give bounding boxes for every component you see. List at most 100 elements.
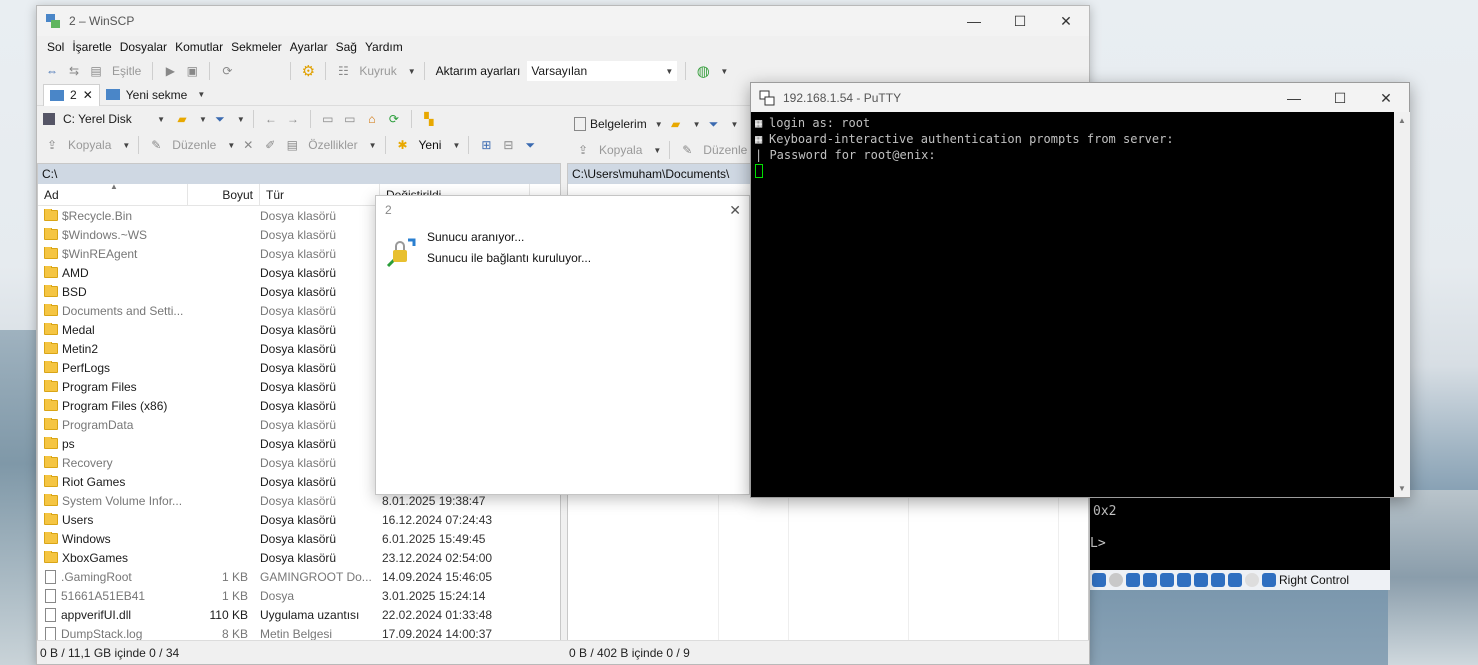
synchronize-browsing-icon[interactable]: ⇆ xyxy=(65,62,83,80)
new-icon[interactable]: ✱ xyxy=(394,136,412,154)
home-icon[interactable]: ⌂ xyxy=(363,110,381,128)
right-edit-button[interactable]: Düzenle xyxy=(700,143,750,157)
transfer-settings-select[interactable]: Varsayılan ▼ xyxy=(527,61,678,81)
table-row[interactable]: Windows Dosya klasörü 6.01.2025 15:49:45 xyxy=(38,529,560,548)
terminal-scrollbar[interactable]: ▲ ▼ xyxy=(1394,112,1410,497)
right-drive-value[interactable]: Belgelerim xyxy=(590,117,647,131)
table-row[interactable]: Users Dosya klasörü 16.12.2024 07:24:43 xyxy=(38,510,560,529)
chevron-down-icon[interactable]: ▼ xyxy=(653,146,661,155)
title-bar[interactable]: 2 – WinSCP — ☐ ✕ xyxy=(37,6,1089,36)
chevron-down-icon[interactable]: ▼ xyxy=(693,120,701,129)
optical-drive-icon[interactable] xyxy=(1109,573,1123,587)
chevron-down-icon[interactable]: ▼ xyxy=(197,90,205,99)
scroll-down-icon[interactable]: ▼ xyxy=(1394,484,1410,493)
left-edit-button[interactable]: Düzenle xyxy=(169,138,219,152)
hard-disk-icon[interactable] xyxy=(1092,573,1106,587)
dialog-close-button[interactable]: ✕ xyxy=(729,202,741,219)
forward-icon[interactable]: → xyxy=(284,110,302,128)
shared-folders-icon[interactable] xyxy=(1177,573,1191,587)
maximize-button[interactable]: ☐ xyxy=(997,6,1043,36)
copy-icon[interactable]: ⇪ xyxy=(574,141,592,159)
table-row[interactable]: XboxGames Dosya klasörü 23.12.2024 02:54:0… xyxy=(38,548,560,567)
menu-right[interactable]: Sağ xyxy=(332,40,361,54)
left-properties-button[interactable]: Özellikler xyxy=(305,138,360,152)
chevron-down-icon[interactable]: ▼ xyxy=(452,141,460,150)
chevron-down-icon[interactable]: ▼ xyxy=(408,67,416,76)
left-drive-select[interactable]: C: Yerel Disk ▼ xyxy=(59,109,169,129)
preferences-gear-icon[interactable]: ⚙ xyxy=(299,62,317,80)
close-button[interactable]: ✕ xyxy=(1363,83,1409,113)
open-folder-icon[interactable]: ▰ xyxy=(173,110,191,128)
display-icon[interactable] xyxy=(1194,573,1208,587)
chevron-down-icon[interactable]: ▼ xyxy=(122,141,130,150)
column-size[interactable]: Boyut xyxy=(188,183,260,206)
menu-files[interactable]: Dosyalar xyxy=(116,40,171,54)
copy-icon[interactable]: ⇪ xyxy=(43,136,61,154)
minimize-button[interactable]: — xyxy=(951,6,997,36)
rename-icon[interactable]: ✐ xyxy=(261,136,279,154)
delete-icon[interactable]: ✕ xyxy=(239,136,257,154)
filter-icon[interactable]: ⏷ xyxy=(521,136,539,154)
table-row[interactable]: .GamingRoot 1 KB GAMINGROOT Do... 14.09.202… xyxy=(38,567,560,586)
queue-button[interactable]: Kuyruk xyxy=(356,64,399,78)
usb-icon[interactable] xyxy=(1160,573,1174,587)
chevron-down-icon[interactable]: ▼ xyxy=(199,115,207,124)
properties-icon[interactable]: ▤ xyxy=(283,136,301,154)
synchronize-button[interactable]: Eşitle xyxy=(109,64,144,78)
right-copy-button[interactable]: Kopyala xyxy=(596,143,645,157)
select-all-icon[interactable]: ⊞ xyxy=(477,136,495,154)
root-directory-icon[interactable]: ▭ xyxy=(341,110,359,128)
menu-tabs[interactable]: Sekmeler xyxy=(227,40,286,54)
tab-session[interactable]: 2 ✕ xyxy=(43,83,100,106)
chevron-down-icon[interactable]: ▼ xyxy=(655,120,663,129)
menu-options[interactable]: Ayarlar xyxy=(286,40,332,54)
edit-icon[interactable]: ✎ xyxy=(147,136,165,154)
scroll-up-icon[interactable]: ▲ xyxy=(1394,116,1410,125)
chevron-down-icon[interactable]: ▼ xyxy=(237,115,245,124)
menu-commands[interactable]: Komutlar xyxy=(171,40,227,54)
table-row[interactable]: 51661A51EB41 1 KB Dosya 3.01.2025 15:24:14 xyxy=(38,586,560,605)
unselect-all-icon[interactable]: ⊟ xyxy=(499,136,517,154)
console-icon[interactable]: ▶ xyxy=(161,62,179,80)
chevron-down-icon[interactable]: ▼ xyxy=(369,141,377,150)
table-row[interactable]: DumpStack.log 8 KB Metin Belgesi 17.09.2024… xyxy=(38,624,560,640)
terminal[interactable]: ▦ login as: root ▦ Keyboard-interactive au… xyxy=(751,112,1394,497)
synchronize-icon[interactable]: ▤ xyxy=(87,62,105,80)
tab-new[interactable]: Yeni sekme ▼ xyxy=(100,84,212,106)
close-button[interactable]: ✕ xyxy=(1043,6,1089,36)
filter-icon[interactable]: ⏷ xyxy=(705,115,723,133)
recording-icon[interactable] xyxy=(1211,573,1225,587)
audio-icon[interactable] xyxy=(1126,573,1140,587)
menu-mark[interactable]: İşaretle xyxy=(68,40,115,54)
globe-icon[interactable]: ◍ xyxy=(694,62,712,80)
open-folder-icon[interactable]: ▰ xyxy=(667,115,685,133)
edit-icon[interactable]: ✎ xyxy=(678,141,696,159)
putty-title-bar[interactable]: 192.168.1.54 - PuTTY — ☐ ✕ xyxy=(751,83,1409,113)
chevron-down-icon[interactable]: ▼ xyxy=(731,120,739,129)
chevron-down-icon[interactable]: ▼ xyxy=(720,67,728,76)
maximize-button[interactable]: ☐ xyxy=(1317,83,1363,113)
parent-directory-icon[interactable]: ▭ xyxy=(319,110,337,128)
putty-icon[interactable]: ▣ xyxy=(183,62,201,80)
table-row[interactable]: appverifUI.dll 110 KB Uygulama uzantısı 22.… xyxy=(38,605,560,624)
filter-icon[interactable]: ⏷ xyxy=(211,110,229,128)
column-type[interactable]: Tür xyxy=(260,183,380,206)
queue-icon[interactable]: ☷ xyxy=(334,62,352,80)
menu-help[interactable]: Yardım xyxy=(361,40,407,54)
tree-icon[interactable]: ▚ xyxy=(420,110,438,128)
network-icon[interactable] xyxy=(1143,573,1157,587)
left-path[interactable]: C:\ xyxy=(38,164,560,184)
refresh-icon[interactable]: ⟳ xyxy=(385,110,403,128)
left-copy-button[interactable]: Kopyala xyxy=(65,138,114,152)
left-new-button[interactable]: Yeni xyxy=(416,138,445,152)
close-tab-icon[interactable]: ✕ xyxy=(83,88,93,102)
cpu-icon[interactable] xyxy=(1228,573,1242,587)
menu-left[interactable]: Sol xyxy=(43,40,68,54)
mouse-integration-icon[interactable] xyxy=(1245,573,1259,587)
back-icon[interactable]: ← xyxy=(262,110,280,128)
chevron-down-icon[interactable]: ▼ xyxy=(227,141,235,150)
minimize-button[interactable]: — xyxy=(1271,83,1317,113)
dialog-title-bar[interactable]: 2 ✕ xyxy=(376,196,749,224)
compare-icon[interactable]: ⇔ xyxy=(43,62,61,80)
refresh-icon[interactable]: ⟳ xyxy=(218,62,236,80)
